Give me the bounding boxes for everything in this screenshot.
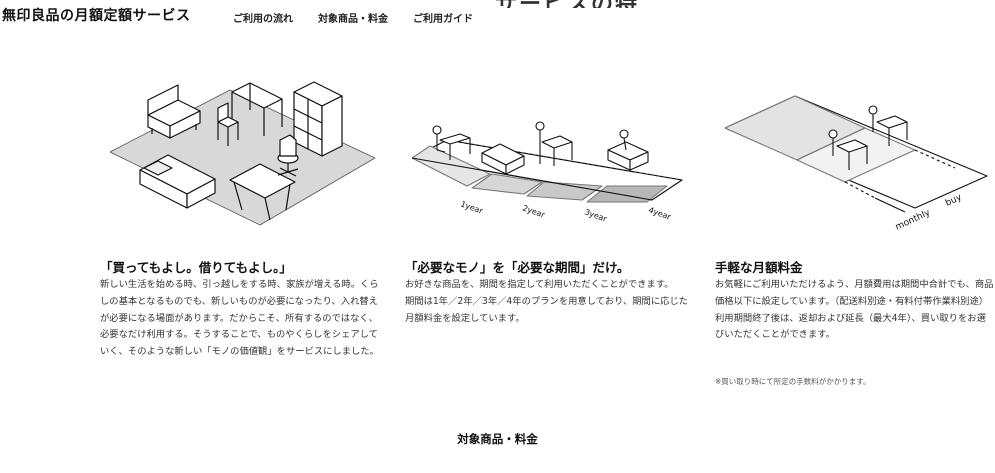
section-heading-products-pricing: 対象商品・料金: [457, 432, 538, 446]
section-heading-text: サービスの特長: [495, 0, 645, 8]
nav-link-usage-guide[interactable]: ご利用ガイド: [413, 10, 473, 25]
section-heading-partial: サービスの特長: [495, 0, 645, 8]
feature-paragraph: 期間は1年／2年／3年／4年のプランを用意しており、期間に応じた月額料金を設定し…: [405, 295, 689, 324]
feature-body-monthly-fee: お気軽にご利用いただけるよう、月額費用は期間中合計でも、商品価格以下に設定してい…: [715, 277, 995, 344]
person-on-sofa-icon: [607, 129, 649, 171]
buy-label: buy: [944, 192, 964, 208]
site-title[interactable]: 無印良品の月額定額サービス: [2, 5, 191, 25]
rental-period-illustration: 1year 2year 3year 4year: [412, 121, 683, 224]
furniture-room-illustration: [110, 81, 376, 226]
feature-title-buy-or-rent: 「買ってもよし。借りてもよし。」: [100, 260, 292, 275]
nav-link-products-pricing[interactable]: 対象商品・料金: [318, 10, 388, 25]
nav-link-usage-flow[interactable]: ご利用の流れ: [233, 10, 293, 25]
year-label-3: 3year: [583, 207, 608, 224]
year-label-4: 4year: [647, 205, 672, 222]
shelf-icon: [293, 81, 343, 157]
feature-paragraph: 利用期間終了後は、返却および延長（最大4年）、買い取りをお選びいただくことができ…: [715, 312, 986, 341]
year-label-2: 2year: [521, 203, 546, 220]
feature-title-needed-period: 「必要なモノ」を「必要な期間」だけ。: [405, 260, 630, 275]
monthly-buy-illustration: monthly buy: [725, 95, 988, 233]
feature-paragraph: 新しい生活を始める時、引っ越しをする時、家族が増える時。くらしの基本となるもので…: [100, 279, 379, 358]
monthly-label: monthly: [894, 208, 932, 233]
feature-body-buy-or-rent: 新しい生活を始める時、引っ越しをする時、家族が増える時。くらしの基本となるもので…: [100, 277, 385, 361]
feature-note: ※買い取り時にて所定の手数料がかかります。: [715, 377, 871, 386]
feature-title-monthly-fee: 手軽な月額料金: [715, 260, 803, 275]
feature-paragraph: お気軽にご利用いただけるよう、月額費用は期間中合計でも、商品価格以下に設定してい…: [715, 279, 994, 307]
feature-body-needed-period: お好きな商品を、期間を指定して利用いただくことができます。 期間は1年／2年／3…: [405, 277, 690, 327]
year-label-1: 1year: [459, 199, 484, 216]
feature-paragraph: お好きな商品を、期間を指定して利用いただくことができます。: [405, 279, 674, 290]
